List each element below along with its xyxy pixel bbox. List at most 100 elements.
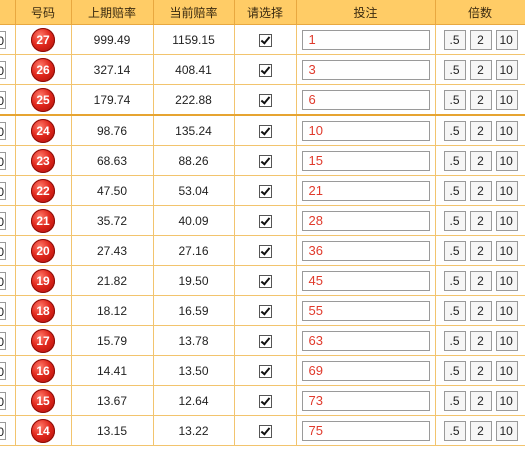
multiplier-double-button[interactable]: 2 [469, 59, 492, 80]
multiplier-ten-button[interactable]: 10 [495, 300, 518, 321]
multiplier-half-button[interactable]: .5 [443, 360, 466, 381]
lead-input[interactable]: 0 [0, 61, 6, 79]
multiplier-double-button[interactable]: 2 [469, 89, 492, 110]
header-current-odds: 当前赔率 [153, 0, 235, 25]
multiplier-ten-button[interactable]: 10 [495, 89, 518, 110]
multiplier-double-button[interactable]: 2 [469, 150, 492, 171]
multiplier-ten-button[interactable]: 10 [495, 180, 518, 201]
select-checkbox[interactable] [258, 274, 272, 288]
select-checkbox[interactable] [258, 124, 272, 138]
select-checkbox[interactable] [258, 93, 272, 107]
multiplier-ten-button[interactable]: 10 [495, 120, 518, 141]
multiplier-half-button[interactable]: .5 [443, 89, 466, 110]
multiplier-ten-button[interactable]: 10 [495, 360, 518, 381]
lead-input[interactable]: 0 [0, 362, 6, 380]
bet-amount-input[interactable]: 10 [301, 120, 430, 141]
multiplier-ten-button[interactable]: 10 [495, 330, 518, 351]
table-row: 0 20 27.43 27.16 36 .5 2 10 [0, 235, 525, 266]
multiplier-half-button[interactable]: .5 [443, 390, 466, 411]
bet-amount-input[interactable]: 45 [301, 270, 430, 291]
multiplier-ten-button[interactable]: 10 [495, 270, 518, 291]
bet-cell: 28 [296, 205, 436, 236]
lead-input[interactable]: 0 [0, 422, 6, 440]
lead-input[interactable]: 0 [0, 152, 6, 170]
multiplier-ten-button[interactable]: 10 [495, 390, 518, 411]
select-checkbox[interactable] [258, 304, 272, 318]
multiplier-double-button[interactable]: 2 [469, 29, 492, 50]
multiplier-half-button[interactable]: .5 [443, 330, 466, 351]
multiplier-double-button[interactable]: 2 [469, 330, 492, 351]
multiplier-double-button[interactable]: 2 [469, 420, 492, 441]
multiplier-buttons: .5 2 10 [436, 210, 525, 231]
select-cell [234, 295, 297, 326]
bet-amount-input[interactable]: 6 [301, 89, 430, 110]
bet-amount-input[interactable]: 21 [301, 180, 430, 201]
bet-amount-input[interactable]: 73 [301, 390, 430, 411]
multiplier-buttons: .5 2 10 [436, 240, 525, 261]
multiplier-half-button[interactable]: .5 [443, 180, 466, 201]
lead-input[interactable]: 0 [0, 212, 6, 230]
multiplier-cell: .5 2 10 [435, 235, 525, 266]
multiplier-double-button[interactable]: 2 [469, 270, 492, 291]
bet-amount-input[interactable]: 55 [301, 300, 430, 321]
bet-amount-input[interactable]: 63 [301, 330, 430, 351]
lead-input[interactable]: 0 [0, 302, 6, 320]
lead-cell: 0 [0, 84, 16, 116]
multiplier-half-button[interactable]: .5 [443, 270, 466, 291]
multiplier-double-button[interactable]: 2 [469, 240, 492, 261]
multiplier-double-button[interactable]: 2 [469, 300, 492, 321]
lead-input[interactable]: 0 [0, 31, 6, 49]
multiplier-half-button[interactable]: .5 [443, 240, 466, 261]
number-ball: 24 [31, 118, 55, 143]
multiplier-double-button[interactable]: 2 [469, 120, 492, 141]
multiplier-half-button[interactable]: .5 [443, 210, 466, 231]
bet-amount-input[interactable]: 36 [301, 240, 430, 261]
multiplier-half-button[interactable]: .5 [443, 29, 466, 50]
lead-input[interactable]: 0 [0, 392, 6, 410]
lead-input[interactable]: 0 [0, 91, 6, 109]
multiplier-ten-button[interactable]: 10 [495, 240, 518, 261]
multiplier-half-button[interactable]: .5 [443, 420, 466, 441]
multiplier-cell: .5 2 10 [435, 205, 525, 236]
bet-amount-input[interactable]: 1 [301, 29, 430, 50]
multiplier-half-button[interactable]: .5 [443, 300, 466, 321]
multiplier-half-button[interactable]: .5 [443, 59, 466, 80]
lead-input[interactable]: 0 [0, 242, 6, 260]
bet-cell: 6 [296, 84, 436, 116]
bet-amount-input[interactable]: 75 [301, 420, 430, 441]
multiplier-ten-button[interactable]: 10 [495, 59, 518, 80]
multiplier-ten-button[interactable]: 10 [495, 150, 518, 171]
multiplier-double-button[interactable]: 2 [469, 360, 492, 381]
number-ball: 23 [31, 148, 55, 173]
multiplier-double-button[interactable]: 2 [469, 180, 492, 201]
multiplier-double-button[interactable]: 2 [469, 210, 492, 231]
multiplier-cell: .5 2 10 [435, 295, 525, 326]
multiplier-ten-button[interactable]: 10 [495, 29, 518, 50]
select-checkbox[interactable] [258, 334, 272, 348]
multiplier-half-button[interactable]: .5 [443, 150, 466, 171]
select-checkbox[interactable] [258, 63, 272, 77]
lead-input[interactable]: 0 [0, 272, 6, 290]
multiplier-ten-button[interactable]: 10 [495, 210, 518, 231]
multiplier-half-button[interactable]: .5 [443, 120, 466, 141]
select-checkbox[interactable] [258, 244, 272, 258]
table-row: 0 17 15.79 13.78 63 .5 2 10 [0, 325, 525, 356]
bet-amount-input[interactable]: 15 [301, 150, 430, 171]
bet-amount-input[interactable]: 28 [301, 210, 430, 231]
multiplier-ten-button[interactable]: 10 [495, 420, 518, 441]
select-checkbox[interactable] [258, 214, 272, 228]
select-checkbox[interactable] [258, 424, 272, 438]
select-checkbox[interactable] [258, 184, 272, 198]
select-checkbox[interactable] [258, 364, 272, 378]
multiplier-cell: .5 2 10 [435, 385, 525, 416]
bet-amount-input[interactable]: 69 [301, 360, 430, 381]
bet-amount-input[interactable]: 3 [301, 59, 430, 80]
lead-input[interactable]: 0 [0, 122, 6, 140]
lead-input[interactable]: 0 [0, 332, 6, 350]
select-checkbox[interactable] [258, 33, 272, 47]
number-ball: 27 [31, 27, 55, 52]
select-checkbox[interactable] [258, 154, 272, 168]
multiplier-double-button[interactable]: 2 [469, 390, 492, 411]
select-checkbox[interactable] [258, 394, 272, 408]
lead-input[interactable]: 0 [0, 182, 6, 200]
